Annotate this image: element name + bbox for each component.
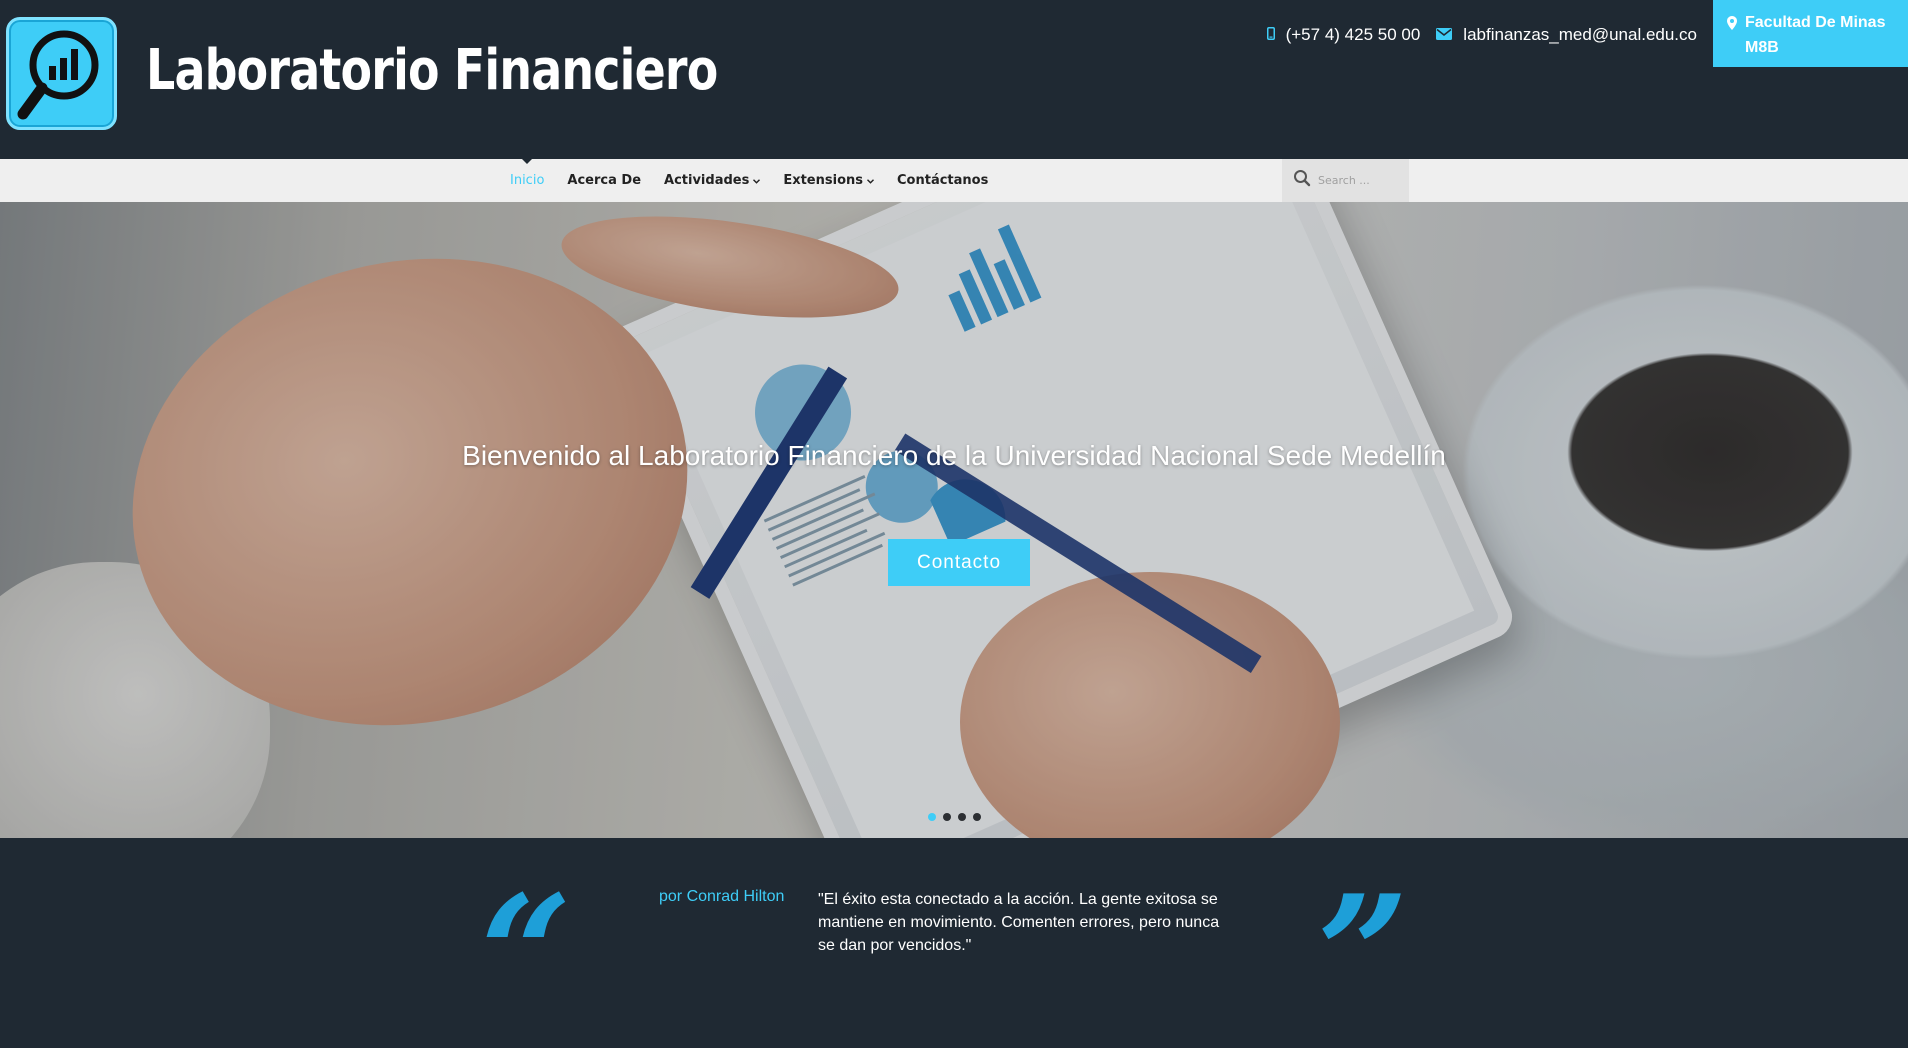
site-logo[interactable] <box>6 17 117 130</box>
contact-bar: (+57 4) 425 50 00 labfinanzas_med@unal.e… <box>1266 0 1908 67</box>
close-quote-icon: ” <box>1317 860 1410 1048</box>
search-icon[interactable] <box>1293 169 1311 192</box>
nav-item-acerca-de[interactable]: Acerca De <box>567 159 641 202</box>
quote-section: “ por Conrad Hilton "El éxito esta conec… <box>0 838 1908 1048</box>
nav-item-inicio[interactable]: Inicio <box>510 159 544 202</box>
map-marker-icon <box>1727 13 1737 67</box>
contacto-button[interactable]: Contacto <box>888 539 1030 586</box>
chevron-down-icon <box>867 173 874 188</box>
envelope-icon <box>1436 25 1453 45</box>
email-address: labfinanzas_med@unal.edu.co <box>1463 25 1697 44</box>
nav-item-contactanos[interactable]: Contáctanos <box>897 159 988 202</box>
location-box[interactable]: Facultad De Minas M8B <box>1713 0 1908 67</box>
nav-item-label: Actividades <box>664 173 750 188</box>
slide-dot[interactable] <box>958 813 966 821</box>
nav-item-extensions[interactable]: Extensions <box>783 159 874 202</box>
nav-item-label: Inicio <box>510 173 545 188</box>
contact-email[interactable]: labfinanzas_med@unal.edu.co <box>1436 22 1697 48</box>
slide-dot[interactable] <box>973 813 981 821</box>
contact-phone[interactable]: (+57 4) 425 50 00 <box>1266 22 1421 48</box>
search-input[interactable] <box>1318 174 1408 187</box>
hero-slider: Bienvenido al Laboratorio Financiero de … <box>0 202 1908 838</box>
slider-pagination <box>928 813 988 821</box>
chevron-down-icon <box>753 173 761 188</box>
nav-item-label: Extensions <box>783 173 863 188</box>
slide-dot[interactable] <box>943 813 951 821</box>
active-indicator-icon <box>522 159 533 164</box>
slide-dot[interactable] <box>928 813 936 821</box>
open-quote-icon: “ <box>480 860 573 1048</box>
nav-menu: Inicio Acerca De Actividades Extensions … <box>510 159 1011 202</box>
main-nav: Inicio Acerca De Actividades Extensions … <box>0 159 1908 202</box>
mobile-phone-icon <box>1266 25 1275 45</box>
location-text: Facultad De Minas M8B <box>1745 14 1886 56</box>
magnifier-chart-icon <box>17 30 99 120</box>
nav-item-actividades[interactable]: Actividades <box>664 159 761 202</box>
nav-item-label: Contáctanos <box>897 173 989 188</box>
quote-author: por Conrad Hilton <box>659 888 785 905</box>
hero-title: Bienvenido al Laboratorio Financiero de … <box>462 440 1446 471</box>
nav-item-label: Acerca De <box>567 173 642 188</box>
site-title[interactable]: Laboratorio Financiero <box>146 38 718 103</box>
site-header: Laboratorio Financiero (+57 4) 425 50 00… <box>0 0 1908 159</box>
search-box[interactable] <box>1282 159 1409 202</box>
phone-number: (+57 4) 425 50 00 <box>1285 25 1421 44</box>
quote-text: "El éxito esta conectado a la acción. La… <box>818 891 1220 954</box>
